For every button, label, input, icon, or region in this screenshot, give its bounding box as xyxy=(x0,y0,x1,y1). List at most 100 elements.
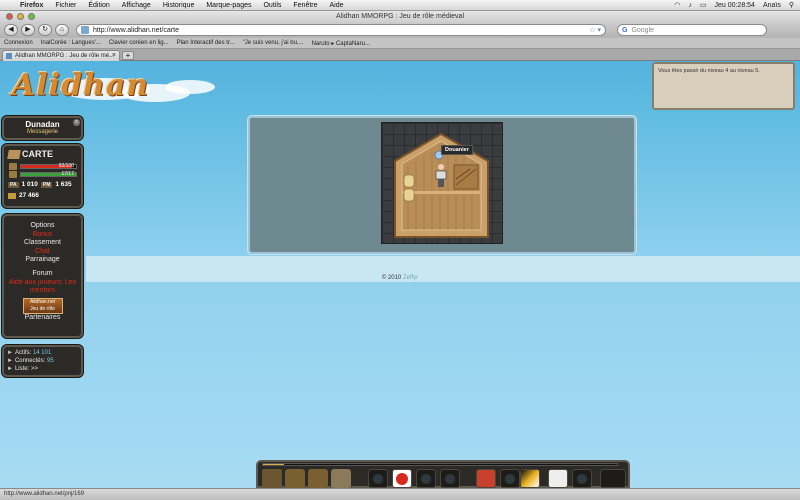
back-button[interactable]: ◀ xyxy=(4,24,18,36)
menu-parrainage[interactable]: Parrainage xyxy=(4,256,81,265)
new-tab-button[interactable]: + xyxy=(122,51,134,60)
menu-fenetre[interactable]: Fenêtre xyxy=(287,2,323,9)
url-bar[interactable]: http://www.alidhan.net/carte ☆ ▾ xyxy=(76,24,606,36)
carte-title[interactable]: CARTE xyxy=(22,149,53,159)
actifs-label: Actifs: xyxy=(14,350,32,356)
battery-icon[interactable]: ▭ xyxy=(700,1,707,9)
close-panel-icon[interactable]: x xyxy=(73,119,80,126)
mana-icon xyxy=(9,171,17,178)
arrow-right-icon: ► xyxy=(7,350,13,356)
menu-bonus[interactable]: Bonus xyxy=(4,231,81,240)
google-icon[interactable]: G xyxy=(622,27,627,34)
game-map[interactable]: Douanier xyxy=(381,122,503,244)
menu-fichier[interactable]: Fichier xyxy=(49,2,82,9)
url-text[interactable]: http://www.alidhan.net/carte xyxy=(93,27,179,34)
bookmark-item[interactable]: Clavier coréen en lig... xyxy=(109,40,169,46)
banner-subtitle: Jeu de rôle xyxy=(30,305,55,312)
copyright-text: © 2010 xyxy=(381,275,402,281)
alidhan-partner-banner[interactable]: Alidhan.net Jeu de rôle xyxy=(22,297,63,314)
mana-bar: 17/17 xyxy=(9,171,77,178)
health-value: 92/100 xyxy=(58,163,74,169)
search-input[interactable]: G Google xyxy=(617,24,767,36)
map-stats-panel: CARTE 92/100 17/17 PA 1 010 PM 1 635 27 … xyxy=(2,144,83,208)
scroll-icon[interactable] xyxy=(331,469,351,488)
minimize-window-button[interactable] xyxy=(17,13,24,20)
wifi-icon[interactable]: ◠ xyxy=(674,1,680,9)
menu-chat[interactable]: Chat xyxy=(4,248,81,257)
menu-affichage[interactable]: Affichage xyxy=(116,2,157,9)
menu-classement[interactable]: Classement xyxy=(4,239,81,248)
window-titlebar: Alidhan MMORPG : Jeu de rôle médieval xyxy=(0,11,800,22)
footer: © 2010 Zeffyr xyxy=(0,275,800,281)
online-players-panel: ► Actifs: 14 101 ► Connectés: 95 ► Liste: >… xyxy=(2,345,83,377)
skill-slot[interactable] xyxy=(416,469,436,488)
menu-app-name[interactable]: Firefox xyxy=(14,2,49,9)
skill-slot[interactable] xyxy=(368,469,388,488)
alidhan-logo[interactable]: Alidhan xyxy=(12,68,149,103)
zoom-window-button[interactable] xyxy=(28,13,35,20)
skill-slot[interactable] xyxy=(548,469,568,488)
bookmark-star-icon[interactable]: ☆ ▾ xyxy=(589,26,601,34)
connected-players-row: ► Connectés: 95 xyxy=(7,357,78,365)
menu-historique[interactable]: Historique xyxy=(157,2,201,9)
skill-slot[interactable] xyxy=(572,469,592,488)
forward-button[interactable]: ▶ xyxy=(21,24,35,36)
gold-value: 27 466 xyxy=(19,192,39,199)
action-bar xyxy=(256,460,630,488)
menu-edition[interactable]: Édition xyxy=(82,2,115,9)
tab-close-icon[interactable]: × xyxy=(112,51,116,61)
skill-slot[interactable] xyxy=(476,469,496,488)
spotlight-icon[interactable]: ⚲ xyxy=(789,1,794,9)
clock[interactable]: Jeu 00:28:54 xyxy=(714,2,754,9)
reload-button[interactable]: ↻ xyxy=(38,24,52,36)
menu-marque-pages[interactable]: Marque-pages xyxy=(200,2,257,9)
menu-help-mentors[interactable]: Aide aux joueurs: Les mentors xyxy=(4,279,81,296)
health-potion-icon xyxy=(396,473,408,485)
gold-bag-icon xyxy=(8,192,16,199)
skill-slot[interactable] xyxy=(392,469,412,488)
connectes-value: 95 xyxy=(46,358,54,364)
messages-link[interactable]: Messagerie xyxy=(4,129,81,135)
bookmark-item[interactable]: Naruto ▸ CaptaNaru... xyxy=(312,40,370,47)
user-panel: Dunadan Messagerie x xyxy=(2,116,83,140)
health-bar: 92/100 xyxy=(9,163,77,170)
volume-icon[interactable]: ♪ xyxy=(688,2,692,9)
skill-slot[interactable] xyxy=(520,469,540,488)
skill-slot[interactable] xyxy=(500,469,520,488)
active-players-row: ► Actifs: 14 101 xyxy=(7,349,78,357)
pm-value: 1 635 xyxy=(55,181,72,188)
close-window-button[interactable] xyxy=(6,13,13,20)
skill-slot[interactable] xyxy=(440,469,460,488)
tab-alidhan[interactable]: Alidhan MMORPG : Jeu de rôle mé... × xyxy=(2,50,120,61)
skill-slot[interactable] xyxy=(600,469,626,488)
pm-label: PM xyxy=(40,181,53,188)
character-name[interactable]: Dunadan xyxy=(4,120,81,129)
carte-header[interactable]: CARTE xyxy=(7,149,77,161)
character-icon[interactable] xyxy=(262,469,282,488)
menu-outils[interactable]: Outils xyxy=(257,2,287,9)
bookmark-item[interactable]: InalCorée : Langues'... xyxy=(41,40,101,46)
actifs-value: 14 101 xyxy=(32,350,52,356)
inventory-bag-icon[interactable] xyxy=(285,469,305,488)
connectes-label: Connectés: xyxy=(14,358,46,364)
bookmark-item[interactable]: Connexion xyxy=(4,40,33,46)
arrow-right-icon: ► xyxy=(7,358,13,364)
home-button[interactable]: ⌂ xyxy=(55,24,69,36)
cloud-decoration xyxy=(165,80,215,94)
pa-label: PA xyxy=(8,181,19,188)
menu-partenaires[interactable]: Partenaires xyxy=(4,314,81,323)
user-name[interactable]: Anaïs xyxy=(763,2,781,9)
bookmark-item[interactable]: "Je suis venu, j'ai bu,... xyxy=(243,40,304,46)
experience-fill xyxy=(263,464,285,465)
arrow-right-icon: ► xyxy=(7,366,13,372)
liste-link[interactable]: >> xyxy=(31,366,38,372)
equipment-icon[interactable] xyxy=(308,469,328,488)
npc-name-label[interactable]: Douanier xyxy=(441,145,473,155)
bookmark-item[interactable]: Plan Interactif des tr... xyxy=(177,40,235,46)
player-list-row[interactable]: ► Liste: >> xyxy=(7,365,78,373)
author-link[interactable]: Zeffyr xyxy=(403,275,418,281)
window-title: Alidhan MMORPG : Jeu de rôle médieval xyxy=(336,13,464,20)
menu-aide[interactable]: Aide xyxy=(324,2,350,9)
os-menubar: Firefox Fichier Édition Affichage Histor… xyxy=(0,0,800,11)
menu-options[interactable]: Options xyxy=(4,222,81,231)
